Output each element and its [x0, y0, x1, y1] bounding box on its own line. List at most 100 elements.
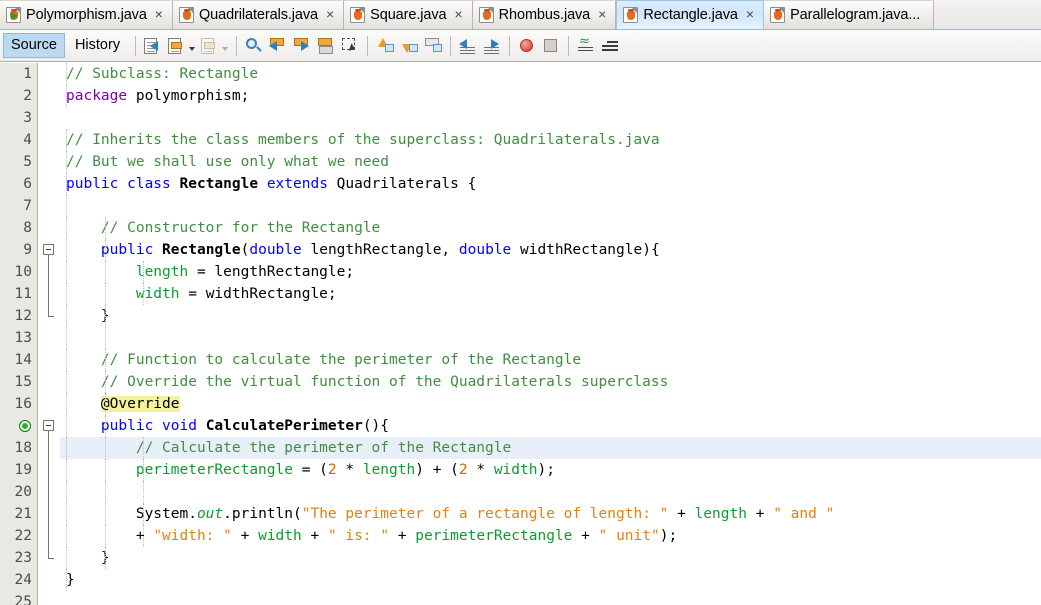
toggle-highlight-icon[interactable] [315, 35, 337, 57]
close-icon[interactable]: × [324, 7, 336, 23]
code-line[interactable]: // But we shall use only what we need [60, 151, 1041, 173]
code-folding-column[interactable] [38, 63, 60, 605]
close-icon[interactable]: × [153, 7, 165, 23]
code-line[interactable]: // Inherits the class members of the sup… [60, 129, 1041, 151]
code-line[interactable] [60, 107, 1041, 129]
line-number: 2 [23, 88, 32, 104]
fold-toggle-icon[interactable] [43, 244, 54, 255]
code-text-area[interactable]: // Subclass: Rectangle package polymorphi… [60, 63, 1041, 605]
file-tab-label: Polymorphism.java [26, 7, 147, 23]
code-line[interactable] [60, 327, 1041, 349]
code-line[interactable]: public void CalculatePerimeter(){ [60, 415, 1041, 437]
inspect-members-icon[interactable] [575, 34, 597, 57]
view-tab-history[interactable]: History [67, 33, 128, 58]
inspect-hierarchy-icon[interactable] [599, 35, 621, 57]
find-previous-icon[interactable] [267, 35, 289, 57]
code-line[interactable]: + "width: " + width + " is: " + perimete… [60, 525, 1041, 547]
code-line[interactable]: @Override [60, 393, 1041, 415]
toolbar-separator [450, 35, 452, 56]
chevron-down-icon[interactable] [189, 46, 196, 51]
line-number: 14 [14, 352, 32, 368]
shift-line-left-icon[interactable] [457, 35, 479, 57]
java-file-icon [770, 7, 786, 23]
fold-range-end [48, 316, 54, 317]
indent-guide [143, 503, 145, 525]
chevron-down-icon[interactable] [222, 46, 229, 51]
indent-guide [104, 217, 106, 239]
last-edit-icon[interactable] [142, 35, 164, 57]
code-line[interactable]: // Function to calculate the perimeter o… [60, 349, 1041, 371]
code-line[interactable]: public class Rectangle extends Quadrilat… [60, 173, 1041, 195]
indent-guide [66, 217, 67, 239]
code-line[interactable]: } [60, 305, 1041, 327]
indent-guide [66, 305, 67, 327]
indent-guide [104, 327, 106, 349]
line-number: 6 [23, 176, 32, 192]
file-tab-rectangle-java[interactable]: Rectangle.java × [616, 0, 765, 29]
close-icon[interactable]: × [596, 7, 608, 23]
indent-guide [104, 525, 106, 547]
indent-guide [143, 283, 145, 305]
close-icon[interactable]: × [744, 7, 756, 23]
view-tab-source[interactable]: Source [3, 33, 65, 58]
code-line[interactable] [60, 481, 1041, 503]
file-tab-parallelogram-java[interactable]: Parallelogram.java...× [764, 0, 935, 29]
file-tab-polymorphism-java[interactable]: Polymorphism.java × [0, 0, 173, 29]
indent-guide [104, 239, 106, 261]
code-line[interactable]: width = widthRectangle; [60, 283, 1041, 305]
code-line[interactable] [60, 591, 1041, 605]
toolbar-separator [509, 35, 511, 56]
close-icon[interactable]: × [452, 7, 464, 23]
file-tab-quadrilaterals-java[interactable]: Quadrilaterals.java × [172, 0, 345, 29]
indent-guide [66, 283, 67, 305]
code-line[interactable] [60, 195, 1041, 217]
code-line[interactable]: public Rectangle(double lengthRectangle,… [60, 239, 1041, 261]
indent-guide [104, 305, 106, 327]
toggle-bookmark-icon[interactable] [422, 35, 444, 57]
find-selection-icon[interactable] [243, 35, 265, 57]
forward-navigation-icon[interactable] [199, 35, 221, 57]
file-tab-label: Rhombus.java [498, 7, 591, 23]
editor-window: Polymorphism.java × Quadrilaterals.java × Sq… [0, 0, 1041, 605]
code-line[interactable]: perimeterRectangle = (2 * length) + (2 *… [60, 459, 1041, 481]
indent-guide [66, 151, 67, 173]
indent-guide [66, 195, 67, 217]
indent-guide [104, 503, 106, 525]
code-editor[interactable]: 1234567891011121314151617181920212223242… [0, 63, 1041, 605]
fold-toggle-icon[interactable] [43, 420, 54, 431]
code-line[interactable]: package polymorphism; [60, 85, 1041, 107]
file-tab-square-java[interactable]: Square.java × [344, 0, 473, 29]
code-line[interactable]: System.out.println("The perimeter of a r… [60, 503, 1041, 525]
find-next-icon[interactable] [291, 35, 313, 57]
toolbar-separator [568, 35, 570, 56]
editor-toolbar: Source History [0, 30, 1041, 62]
code-line[interactable]: length = lengthRectangle; [60, 261, 1041, 283]
code-line[interactable]: } [60, 547, 1041, 569]
indent-guide [66, 63, 67, 85]
code-line[interactable]: // Subclass: Rectangle [60, 63, 1041, 85]
line-number-gutter[interactable]: 1234567891011121314151617181920212223242… [0, 63, 38, 605]
overrides-method-icon[interactable] [19, 420, 31, 432]
next-bookmark-icon[interactable] [398, 35, 420, 57]
file-tab-rhombus-java[interactable]: Rhombus.java × [472, 0, 617, 29]
shift-line-right-icon[interactable] [481, 35, 503, 57]
line-number: 23 [14, 550, 32, 566]
stop-icon[interactable] [540, 35, 562, 57]
indent-guide [66, 349, 67, 371]
toggle-rectangular-selection-icon[interactable] [339, 35, 361, 57]
indent-guide [66, 173, 67, 195]
code-line[interactable]: // Constructor for the Rectangle [60, 217, 1041, 239]
toggle-breakpoint-icon[interactable] [516, 35, 538, 57]
code-line[interactable]: // Override the virtual function of the … [60, 371, 1041, 393]
indent-guide [104, 393, 106, 415]
indent-guide [104, 481, 106, 503]
code-line[interactable]: } [60, 569, 1041, 591]
back-navigation-icon[interactable] [166, 35, 188, 57]
indent-guide [143, 459, 145, 481]
indent-guide [66, 371, 67, 393]
previous-bookmark-icon[interactable] [374, 35, 396, 57]
code-line[interactable]: // Calculate the perimeter of the Rectan… [60, 437, 1041, 459]
file-tab-label: Square.java [370, 7, 447, 23]
line-number: 19 [14, 462, 32, 478]
indent-guide [143, 261, 145, 283]
